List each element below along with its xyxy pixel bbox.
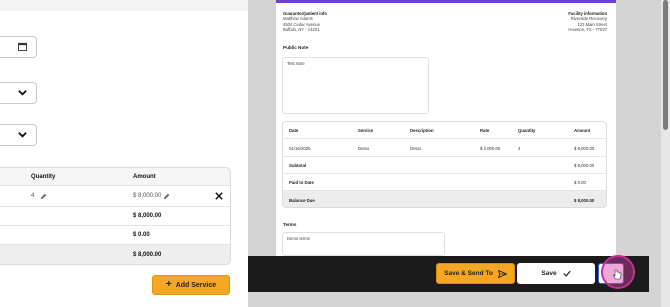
col-rate: Rate: [480, 128, 490, 133]
plus-icon: +: [165, 279, 172, 290]
subtotal-row: Subtotal $ 8,000.00: [283, 157, 606, 174]
table-header: Quantity Amount: [0, 168, 230, 186]
row-service: Detox: [358, 146, 370, 151]
public-note-value: Test Note: [287, 61, 305, 66]
col-description: Description: [410, 128, 434, 133]
pencil-icon[interactable]: [40, 193, 47, 200]
subtotal-row: $ 8,000.00: [0, 207, 230, 226]
col-amount: Amount: [574, 128, 591, 133]
balance-row: Balance Due $ 8,000.00: [283, 191, 606, 207]
row-quantity: 4: [518, 146, 521, 151]
pointer-cursor-icon: [613, 269, 622, 280]
terms-label: Terms: [283, 222, 297, 227]
row-amount: $ 8,000.00: [574, 146, 595, 151]
services-table: Quantity Amount 4 $ 8,000.00 $ 8,000.00 …: [0, 167, 231, 265]
amount-header: Amount: [133, 174, 156, 180]
subtotal-label: Subtotal: [289, 163, 307, 168]
select-dropdown-2[interactable]: [0, 124, 37, 146]
paid-label: Paid to Date: [289, 180, 314, 185]
paid-value: $ 0.00: [133, 232, 150, 238]
col-service: Service: [358, 128, 374, 133]
quantity-value: 4: [31, 193, 35, 199]
balance-value: $ 8,000.00: [574, 198, 595, 203]
add-service-label: Add Service: [175, 281, 217, 289]
subtotal-value: $ 8,000.00: [133, 213, 162, 219]
terms-box: Demo terms: [282, 232, 445, 256]
close-icon[interactable]: [215, 192, 223, 200]
add-service-button[interactable]: + Add Service: [152, 275, 230, 295]
guarantor-address2: Buffalo, NY - 14201: [283, 27, 320, 33]
subtotal-value: $ 8,000.00: [574, 163, 595, 168]
quantity-header: Quantity: [31, 174, 56, 180]
table-row: 01/16/2025 Detox Detox $ 2,000.00 4 $ 8,…: [283, 139, 606, 157]
save-and-send-button[interactable]: Save & Send To: [436, 263, 515, 284]
guarantor-info: Guarantor/patient info Matthew Adams 450…: [283, 11, 327, 33]
scrollbar-thumb[interactable]: [663, 0, 668, 130]
balance-label: Balance Due: [289, 198, 315, 203]
calendar-icon[interactable]: [18, 42, 27, 51]
row-rate: $ 2,000.00: [480, 146, 501, 151]
col-quantity: Quantity: [518, 128, 536, 133]
facility-address2: Houston, TX - 77027: [568, 27, 607, 33]
row-date: 01/16/2025: [289, 146, 311, 151]
items-header: Date Service Description Rate Quantity A…: [283, 122, 606, 139]
click-indicator: [601, 255, 635, 289]
invoice-document: Guarantor/patient info Matthew Adams 450…: [276, 0, 616, 256]
send-icon: [497, 269, 507, 278]
invoice-edit-panel: Quantity Amount 4 $ 8,000.00 $ 8,000.00 …: [0, 0, 248, 307]
save-send-label: Save & Send To: [444, 270, 493, 277]
brand-stripe: [276, 0, 616, 3]
facility-info: Facility information Riverside Recovery …: [568, 11, 607, 33]
chevron-down-icon: [18, 90, 27, 96]
col-date: Date: [289, 128, 299, 133]
balance-value: $ 8,000.00: [133, 252, 162, 258]
select-dropdown-1[interactable]: [0, 82, 37, 104]
invoice-items-table: Date Service Description Rate Quantity A…: [282, 121, 607, 208]
amount-value: $ 8,000.00: [133, 193, 162, 199]
paid-row: Paid to Date $ 0.00: [283, 174, 606, 191]
pencil-icon[interactable]: [163, 193, 170, 200]
chevron-down-icon: [18, 132, 27, 138]
date-field[interactable]: [0, 36, 37, 58]
terms-value: Demo terms: [287, 236, 310, 241]
save-button[interactable]: Save: [517, 263, 595, 284]
paid-row: $ 0.00: [0, 226, 230, 245]
public-note-box: Test Note: [282, 57, 429, 114]
table-row: 4 $ 8,000.00: [0, 186, 230, 207]
check-icon: [562, 270, 571, 277]
save-label: Save: [541, 270, 557, 277]
balance-row: $ 8,000.00: [0, 245, 230, 264]
paid-value: $ 0.00: [574, 180, 586, 185]
public-note-label: Public Note: [283, 45, 309, 50]
row-description: Detox: [410, 146, 422, 151]
